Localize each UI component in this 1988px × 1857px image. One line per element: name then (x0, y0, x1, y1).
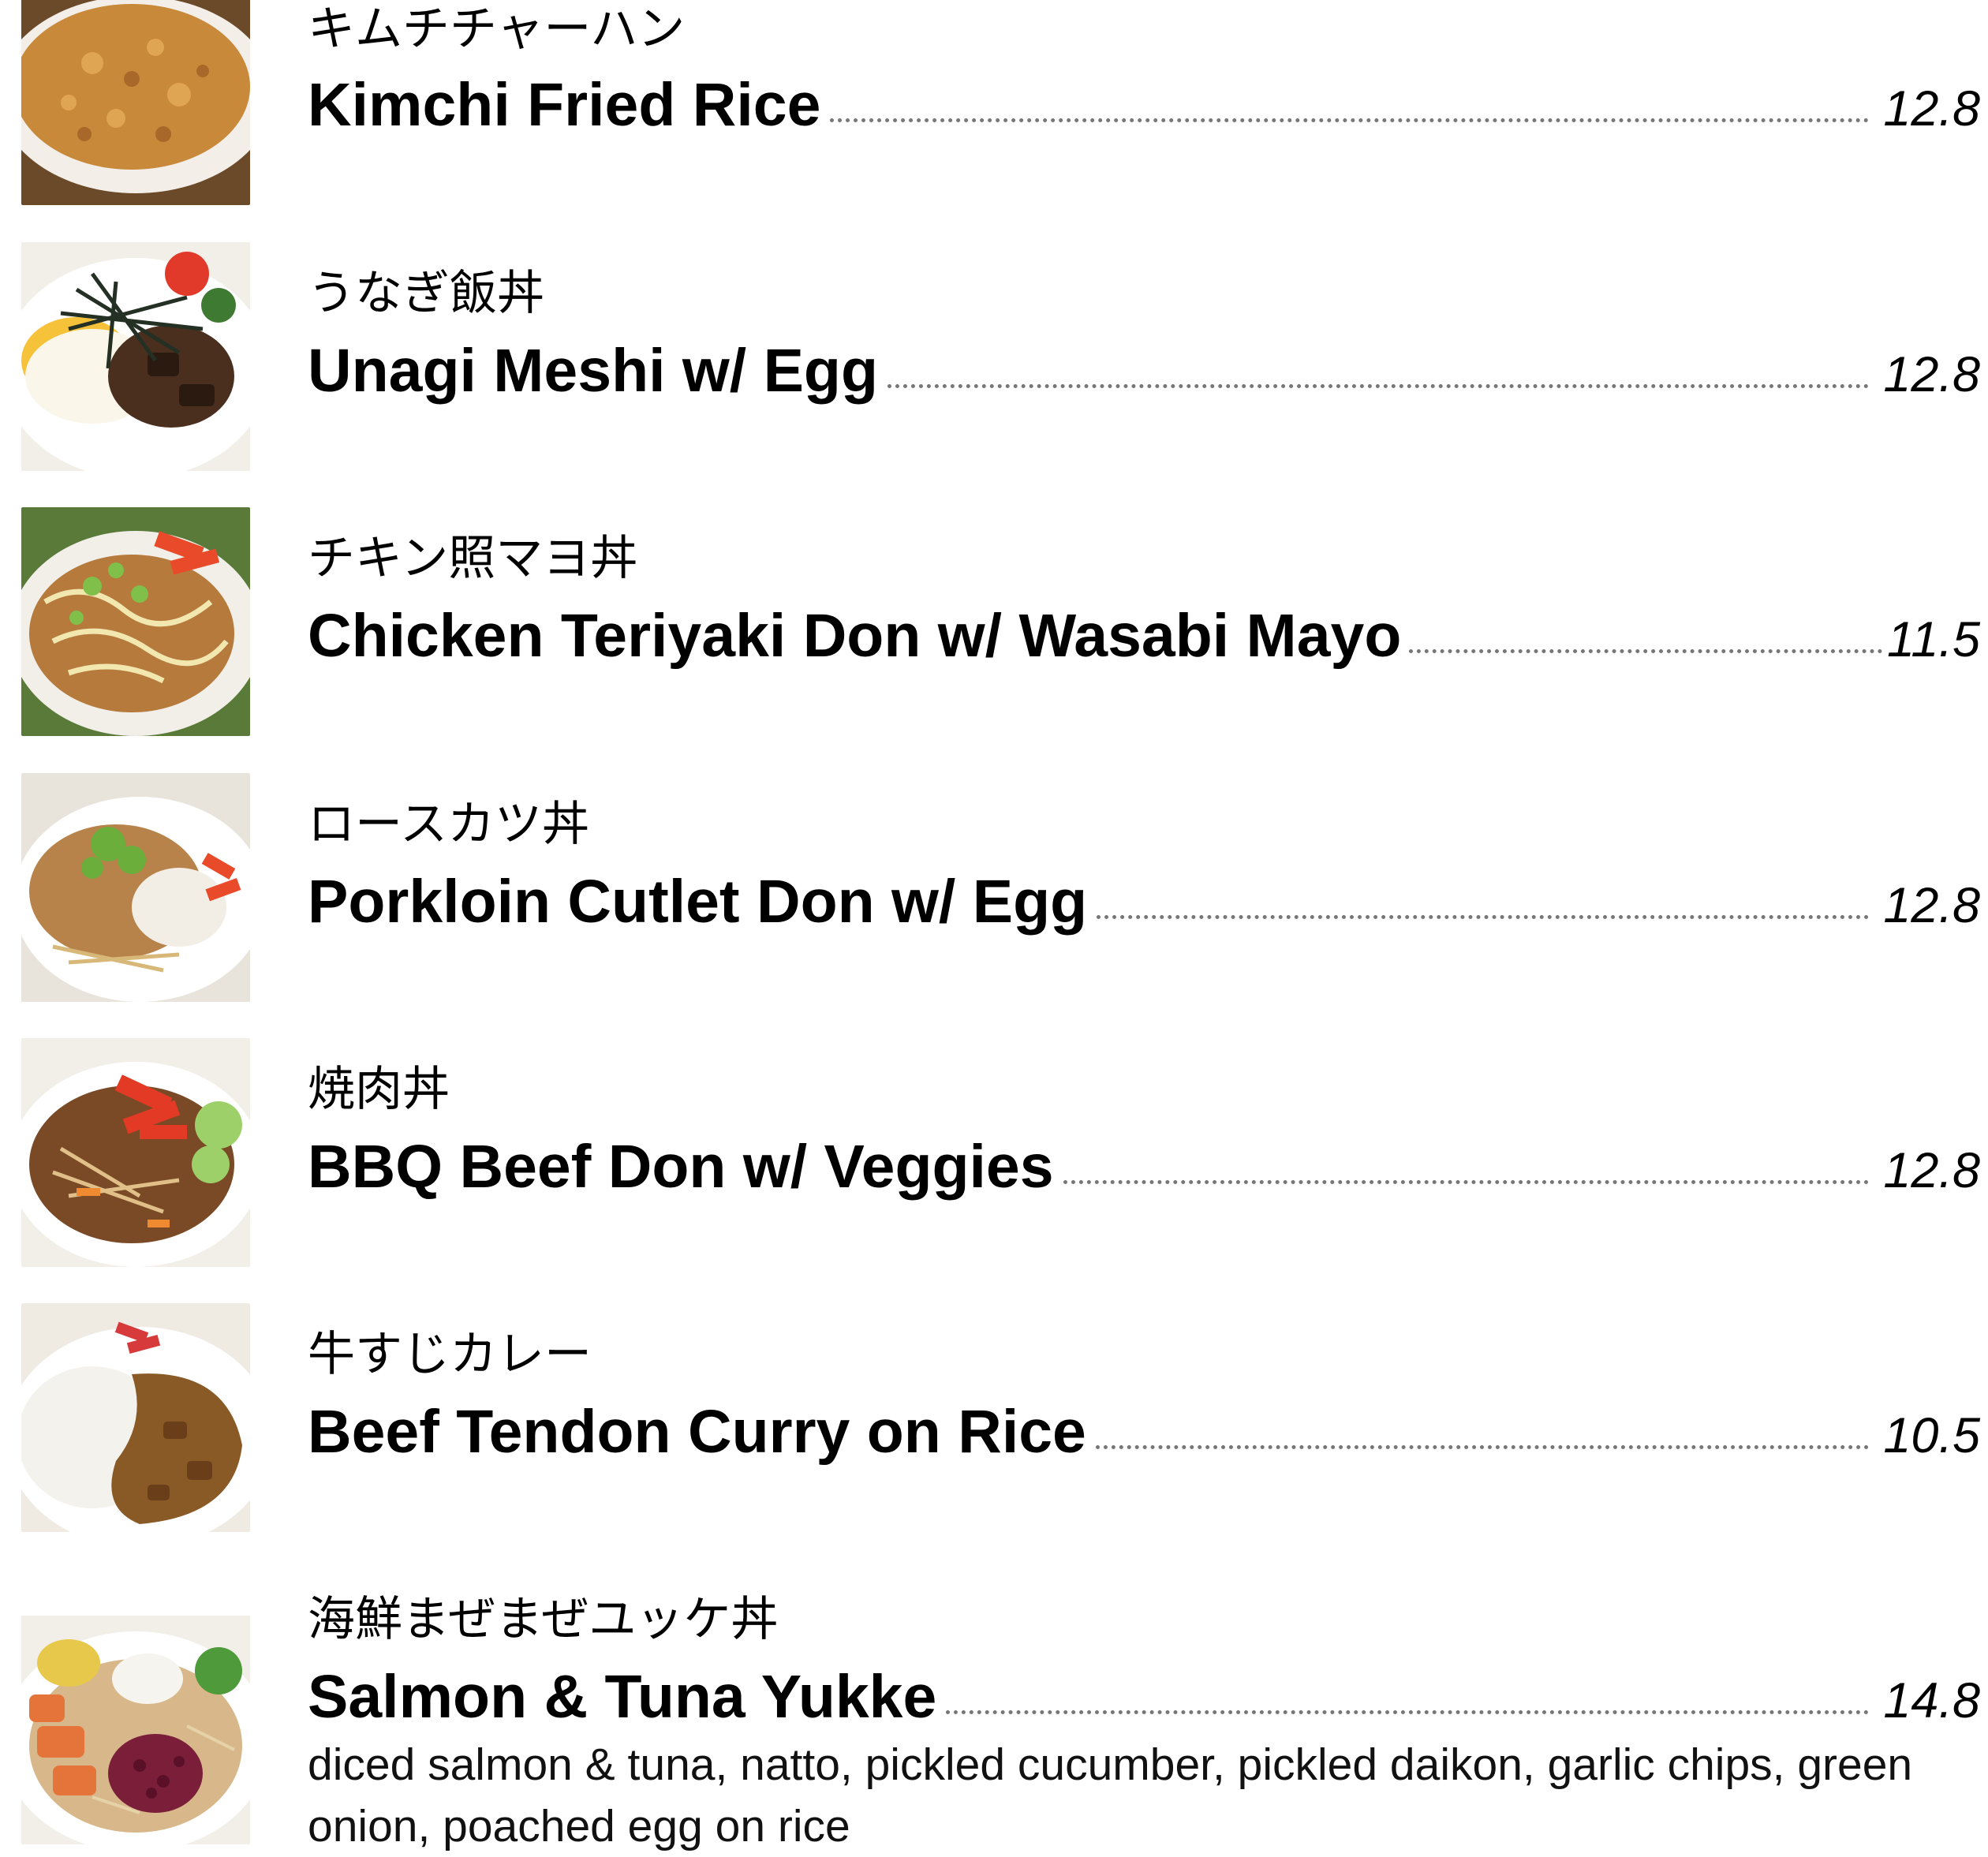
item-title-line: Chicken Teriyaki Don w/ Wasabi Mayo 11.5 (308, 600, 1980, 671)
dot-leader (946, 1710, 1870, 1714)
item-name: Unagi Meshi w/ Egg (308, 337, 879, 405)
item-name: BBQ Beef Don w/ Veggies (308, 1133, 1054, 1201)
item-price: 10.5 (1883, 1408, 1980, 1463)
dot-leader (1097, 915, 1870, 919)
item-title-line: Beef Tendon Curry on Rice 10.5 (308, 1396, 1980, 1467)
item-japanese-name: 焼肉丼 (308, 1062, 450, 1117)
item-title-line: Unagi Meshi w/ Egg 12.8 (308, 335, 1980, 406)
item-price: 14.8 (1883, 1673, 1980, 1728)
item-title-line: Porkloin Cutlet Don w/ Egg 12.8 (308, 866, 1980, 937)
item-title-line: Salmon & Tuna Yukke 14.8 (308, 1661, 1980, 1732)
item-price: 12.8 (1883, 347, 1980, 402)
item-price: 12.8 (1883, 81, 1980, 136)
dot-leader (1095, 1445, 1870, 1449)
item-japanese-name: ロースカツ丼 (308, 797, 589, 852)
kimchi-fried-rice-photo (21, 0, 250, 205)
dot-leader (830, 118, 1870, 122)
item-title-line: Kimchi Fried Rice 12.8 (308, 69, 1980, 140)
unagi-meshi-photo (21, 242, 250, 471)
item-description: diced salmon & tuna, natto, pickled cucu… (308, 1739, 1913, 1851)
dot-leader (888, 384, 1870, 388)
item-name: Porkloin Cutlet Don w/ Egg (308, 868, 1088, 936)
dot-leader (1409, 649, 1883, 653)
item-japanese-name: 海鮮まぜまぜユッケ丼 (308, 1592, 779, 1647)
item-japanese-name: チキン照マヨ丼 (308, 531, 638, 586)
item-name: Salmon & Tuna Yukke (308, 1663, 937, 1731)
item-name: Chicken Teriyaki Don w/ Wasabi Mayo (308, 602, 1402, 670)
item-name: Kimchi Fried Rice (308, 71, 821, 139)
item-price: 12.8 (1883, 878, 1980, 933)
item-price: 11.5 (1887, 612, 1980, 667)
porkloin-cutlet-photo (21, 773, 250, 1002)
item-japanese-name: キムチチャーハン (308, 2, 686, 57)
beef-curry-photo (21, 1303, 250, 1532)
item-japanese-name: うなぎ飯丼 (308, 266, 544, 321)
item-price: 12.8 (1883, 1143, 1980, 1198)
dot-leader (1063, 1180, 1870, 1184)
chicken-teriyaki-photo (21, 507, 250, 736)
yukke-don-photo (21, 1616, 250, 1844)
item-title-line: BBQ Beef Don w/ Veggies 12.8 (308, 1131, 1980, 1202)
item-name: Beef Tendon Curry on Rice (308, 1398, 1086, 1466)
item-japanese-name: 牛すじカレー (308, 1327, 592, 1382)
bbq-beef-photo (21, 1038, 250, 1267)
